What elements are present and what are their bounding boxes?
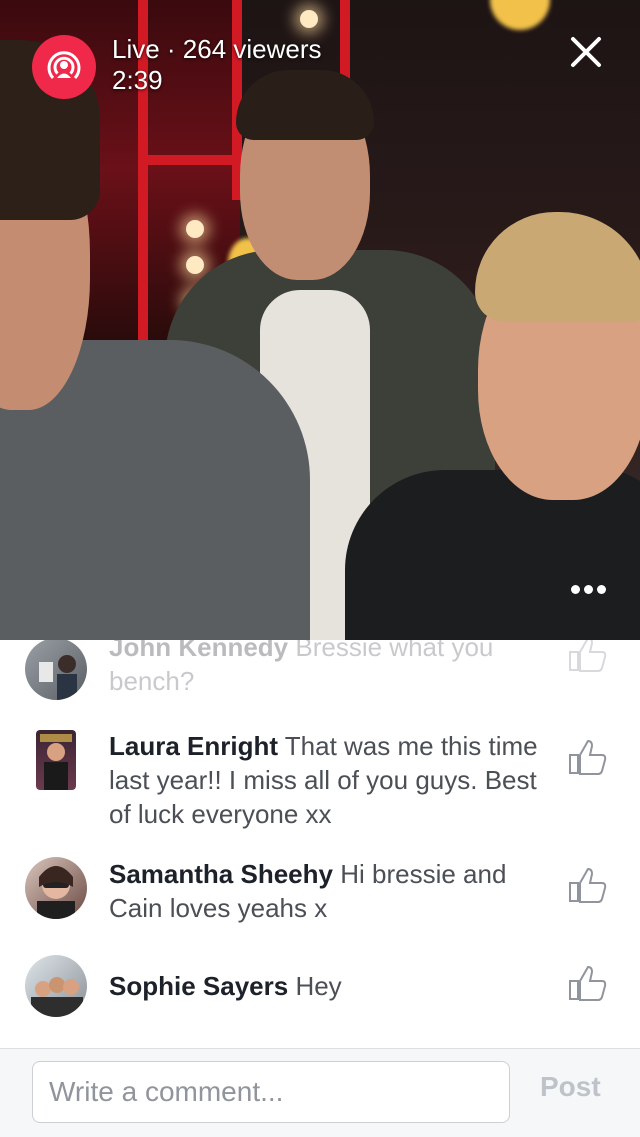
stage-truss — [340, 0, 350, 80]
live-video[interactable]: Live · 264 viewers 2:39 — [0, 0, 640, 640]
comment-item: Sophie Sayers Hey — [0, 955, 640, 1035]
comment-author[interactable]: Laura Enright — [109, 731, 278, 761]
more-options-icon[interactable] — [563, 574, 613, 604]
comment-author[interactable]: Sophie Sayers — [109, 971, 288, 1001]
comment-item: Samantha Sheehy Hi bressie and Cain love… — [0, 855, 640, 935]
viewer-count: Live · 264 viewers — [112, 34, 322, 64]
avatar — [25, 640, 87, 700]
thumbs-up-icon[interactable] — [566, 865, 610, 905]
thumbs-up-icon[interactable] — [566, 963, 610, 1003]
live-status: Live · 264 viewers 2:39 — [112, 34, 322, 96]
thumbs-up-icon[interactable] — [566, 737, 610, 777]
comment-text: Hey — [295, 971, 342, 1001]
avatar — [36, 730, 76, 790]
close-icon[interactable] — [564, 30, 608, 74]
comment-composer: Post — [0, 1048, 640, 1137]
stage-light — [186, 220, 204, 238]
comment-input[interactable] — [32, 1061, 510, 1123]
stage-light — [490, 0, 550, 30]
stage-truss — [138, 155, 242, 165]
stage-light — [186, 256, 204, 274]
comment-author[interactable]: Samantha Sheehy — [109, 859, 333, 889]
comment-item: John Kennedy Bressie what you bench? — [0, 640, 640, 720]
live-broadcast-icon — [32, 35, 96, 99]
comment-list[interactable]: John Kennedy Bressie what you bench? Lau… — [0, 640, 640, 1050]
comment-item: Laura Enright That was me this time last… — [0, 725, 640, 835]
comment-author[interactable]: John Kennedy — [109, 640, 288, 662]
avatar — [25, 955, 87, 1017]
stage-light — [300, 10, 318, 28]
post-button[interactable]: Post — [540, 1071, 601, 1103]
avatar — [25, 857, 87, 919]
elapsed-time: 2:39 — [112, 65, 163, 95]
thumbs-up-icon[interactable] — [566, 640, 610, 674]
